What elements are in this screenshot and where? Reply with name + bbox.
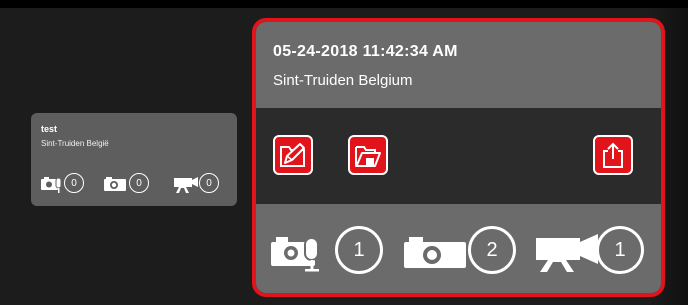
photo-voice-icon <box>41 177 62 193</box>
count-badge: 0 <box>129 173 149 193</box>
selected-record-card[interactable]: 05-24-2018 11:42:34 AM Sint-Truiden Belg… <box>252 18 665 297</box>
video-counter[interactable]: 0 <box>173 173 221 195</box>
video-camera-icon <box>536 234 598 272</box>
video-camera-icon <box>174 177 198 193</box>
share-button[interactable] <box>593 135 633 175</box>
record-location: Sint-Truiden Belgium <box>273 72 413 89</box>
photo-voice-counter[interactable]: 1 <box>271 226 386 274</box>
count-badge: 1 <box>596 226 644 274</box>
edit-button[interactable] <box>273 135 313 175</box>
record-card-test[interactable]: test Sint-Truiden België 0 0 0 <box>31 113 237 206</box>
open-folder-icon <box>355 146 381 167</box>
record-datetime: 05-24-2018 11:42:34 AM <box>273 43 458 60</box>
share-icon <box>603 142 623 168</box>
card-location: Sint-Truiden België <box>41 139 109 148</box>
open-folder-button[interactable] <box>348 135 388 175</box>
count-badge: 0 <box>199 173 219 193</box>
top-bar <box>0 0 688 8</box>
photo-counter[interactable]: 2 <box>404 226 519 274</box>
card-header: 05-24-2018 11:42:34 AM Sint-Truiden Belg… <box>256 22 661 108</box>
count-badge: 2 <box>468 226 516 274</box>
video-counter[interactable]: 1 <box>536 226 651 274</box>
count-badge: 0 <box>64 173 84 193</box>
card-counters: 1 2 1 <box>256 204 661 293</box>
card-actions <box>256 108 661 204</box>
photo-voice-counter[interactable]: 0 <box>41 173 89 195</box>
edit-folder-icon <box>280 143 305 167</box>
photo-voice-icon <box>271 237 319 272</box>
camera-icon <box>404 237 466 268</box>
count-badge: 1 <box>335 226 383 274</box>
photo-counter[interactable]: 0 <box>104 173 152 195</box>
card-title: test <box>41 124 58 134</box>
camera-icon <box>104 177 126 191</box>
